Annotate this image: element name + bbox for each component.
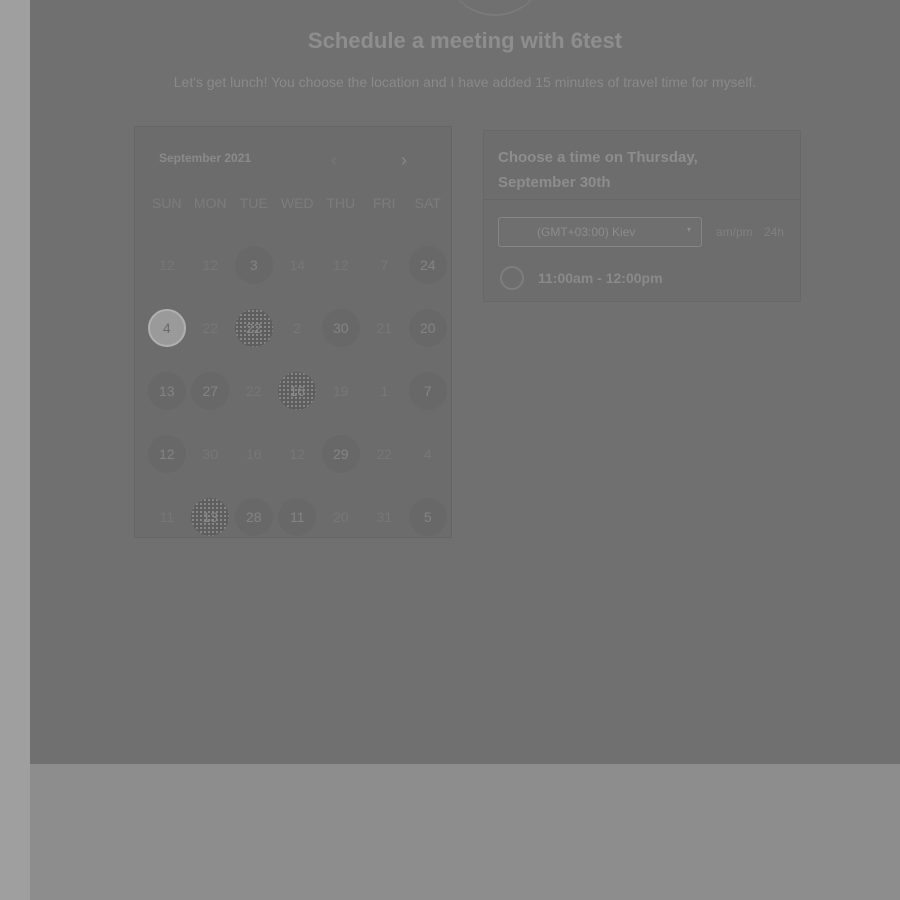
weekday-label: THU [326, 195, 356, 211]
calendar-day[interactable]: 4 [145, 296, 189, 359]
calendar-day-label: 28 [234, 497, 273, 536]
page-description: Let's get lunch! You choose the location… [173, 74, 757, 90]
calendar-day[interactable]: 7 [406, 359, 450, 422]
calendar-day: 22 [189, 296, 233, 359]
chevron-left-icon[interactable]: ‹ [331, 151, 337, 169]
weekday-label: TUE [239, 195, 268, 211]
calendar-day: 12 [189, 233, 233, 296]
calendar-day[interactable]: 12 [145, 422, 189, 485]
calendar-day-label: 16 [278, 371, 317, 410]
divider [484, 199, 800, 200]
calendar-day-label: 29 [321, 434, 360, 473]
calendar-day: 20 [319, 485, 363, 548]
format-24h-toggle[interactable]: 24h [764, 225, 784, 239]
calendar-day-label: 1 [380, 382, 389, 399]
calendar-day-label: 12 [202, 256, 219, 273]
calendar-day-label: 22 [202, 319, 219, 336]
calendar-day-label: 7 [380, 256, 389, 273]
calendar-day-label: 20 [408, 308, 447, 347]
format-ampm-toggle[interactable]: am/pm [716, 225, 753, 239]
chevron-right-icon[interactable]: › [401, 151, 407, 169]
calendar-day: 7 [363, 233, 407, 296]
calendar-day[interactable]: 20 [406, 296, 450, 359]
calendar-day[interactable]: 11 [276, 485, 320, 548]
calendar-day-label: 12 [332, 256, 349, 273]
calendar-day[interactable]: 24 [406, 233, 450, 296]
calendar-day-label: 14 [289, 256, 306, 273]
calendar-day-label: 21 [376, 319, 393, 336]
calendar-day-label: 16 [245, 445, 262, 462]
calendar-month-label: September 2021 [159, 151, 252, 165]
weekday-label: SAT [414, 195, 441, 211]
calendar-day[interactable]: 28 [232, 485, 276, 548]
calendar-day-label: 5 [408, 497, 447, 536]
caret-down-icon: ▾ [686, 225, 691, 234]
weekday-label: WED [280, 195, 314, 211]
calendar-day-label: 2 [293, 319, 302, 336]
calendar-day[interactable]: 3 [232, 233, 276, 296]
avatar [445, 0, 545, 16]
calendar-day-label: 24 [408, 245, 447, 284]
calendar-day: 14 [276, 233, 320, 296]
weekday-label: MON [193, 195, 227, 211]
calendar-day[interactable]: 16 [276, 359, 320, 422]
calendar-day-label: 11 [278, 497, 317, 536]
time-panel: Choose a time on Thursday, September 30t… [483, 130, 801, 302]
calendar-day-grid: 12 12 3 14 12 7 24 4 22 22 2 30 21 20 13 27 22 16 19 1 7 12 30… [145, 233, 451, 548]
time-slot[interactable]: 11:00am - 12:00pm [500, 265, 663, 291]
calendar-day: 21 [363, 296, 407, 359]
calendar-day-label: 20 [332, 508, 349, 525]
calendar-day-label: 3 [234, 245, 273, 284]
calendar: September 2021 ‹ › SUN MON TUE WED THU F… [134, 126, 452, 538]
page-title: Schedule a meeting with 6test [307, 28, 623, 53]
calendar-day: 31 [363, 485, 407, 548]
calendar-day: 11 [145, 485, 189, 548]
timezone-value: (GMT+03:00) Kiev [537, 225, 636, 239]
calendar-day-label: 27 [191, 371, 230, 410]
calendar-day-label: 4 [423, 445, 432, 462]
calendar-day: 4 [406, 422, 450, 485]
weekday-label: FRI [372, 195, 396, 211]
calendar-day[interactable]: 22 [232, 296, 276, 359]
calendar-day: 1 [363, 359, 407, 422]
radio-button[interactable] [500, 266, 524, 290]
time-slot-label: 11:00am - 12:00pm [538, 270, 663, 286]
calendar-day-label: 30 [321, 308, 360, 347]
calendar-day-label: 13 [191, 497, 230, 536]
calendar-weekday-header: SUN MON TUE WED THU FRI SAT [145, 195, 451, 211]
timezone-select[interactable]: (GMT+03:00) Kiev ▾ [498, 217, 702, 247]
weekday-label: SUN [151, 195, 182, 211]
calendar-day: 22 [363, 422, 407, 485]
calendar-day: 12 [319, 233, 363, 296]
calendar-day[interactable]: 5 [406, 485, 450, 548]
calendar-day: 16 [232, 422, 276, 485]
calendar-day-label: 12 [158, 256, 175, 273]
calendar-day: 19 [319, 359, 363, 422]
calendar-day-label: 12 [147, 434, 186, 473]
calendar-day-label: 12 [289, 445, 306, 462]
time-panel-heading: Choose a time on Thursday, September 30t… [498, 149, 698, 191]
calendar-day-label: 22 [234, 308, 273, 347]
calendar-day: 12 [276, 422, 320, 485]
calendar-day: 22 [232, 359, 276, 422]
calendar-day: 30 [189, 422, 233, 485]
calendar-day[interactable]: 30 [319, 296, 363, 359]
calendar-day: 2 [276, 296, 320, 359]
calendar-day[interactable]: 27 [189, 359, 233, 422]
calendar-day-label: 30 [202, 445, 219, 462]
calendar-day-label: 31 [376, 508, 393, 525]
calendar-day-label: 19 [332, 382, 349, 399]
calendar-day-label: 13 [147, 371, 186, 410]
calendar-day-label: 22 [376, 445, 393, 462]
calendar-day: 12 [145, 233, 189, 296]
calendar-day[interactable]: 13 [145, 359, 189, 422]
calendar-day-label: 7 [408, 371, 447, 410]
scheduler-panel: Schedule a meeting with 6test Let's get … [30, 0, 900, 764]
calendar-day[interactable]: 29 [319, 422, 363, 485]
left-strip [0, 0, 30, 900]
calendar-day-label: 4 [147, 308, 186, 347]
calendar-day[interactable]: 13 [189, 485, 233, 548]
calendar-day-label: 11 [159, 508, 175, 525]
calendar-day-label: 22 [245, 382, 262, 399]
